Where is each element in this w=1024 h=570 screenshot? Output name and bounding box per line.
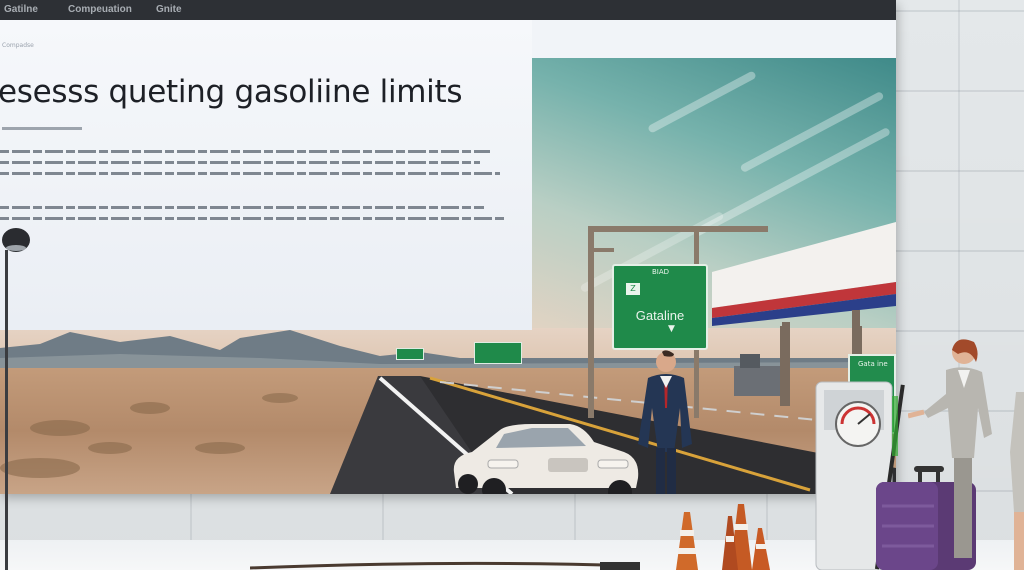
woman-in-blazer	[908, 339, 992, 558]
nav-item[interactable]: Gatilne	[4, 4, 38, 15]
breadcrumb: Compadse	[2, 42, 34, 49]
sign-small-text: BIAD	[652, 268, 670, 276]
white-sedan	[453, 424, 639, 494]
nav-item[interactable]: Compeuation	[68, 4, 132, 15]
man-in-suit	[638, 350, 692, 494]
gasoline-highway-sign: BIAD Z Gataline ▼	[612, 264, 708, 350]
gas-station-canopy	[712, 222, 896, 340]
billboard-screen: BIAD Z Gataline ▼ Gata ine Compadse eses…	[0, 0, 896, 494]
nav-item[interactable]: Gnite	[156, 4, 182, 15]
route-shield-icon: Z	[626, 283, 640, 295]
floor-cable	[250, 561, 640, 570]
top-nav-bar: Gatilne Compeuation Gnite	[0, 0, 896, 20]
body-text-block	[0, 150, 510, 228]
sign-title: Gataline	[635, 308, 685, 323]
partial-figure	[1010, 392, 1024, 570]
down-arrow-icon: ▼	[668, 324, 675, 334]
station-sign-text: Gata ine	[858, 360, 888, 368]
traffic-cones	[676, 504, 770, 570]
byline-placeholder	[2, 127, 82, 130]
distant-sign	[474, 342, 522, 364]
street-lamp	[2, 228, 30, 570]
distant-sign	[396, 348, 424, 360]
page-title: esesss queting gasoliine limits	[0, 74, 463, 110]
